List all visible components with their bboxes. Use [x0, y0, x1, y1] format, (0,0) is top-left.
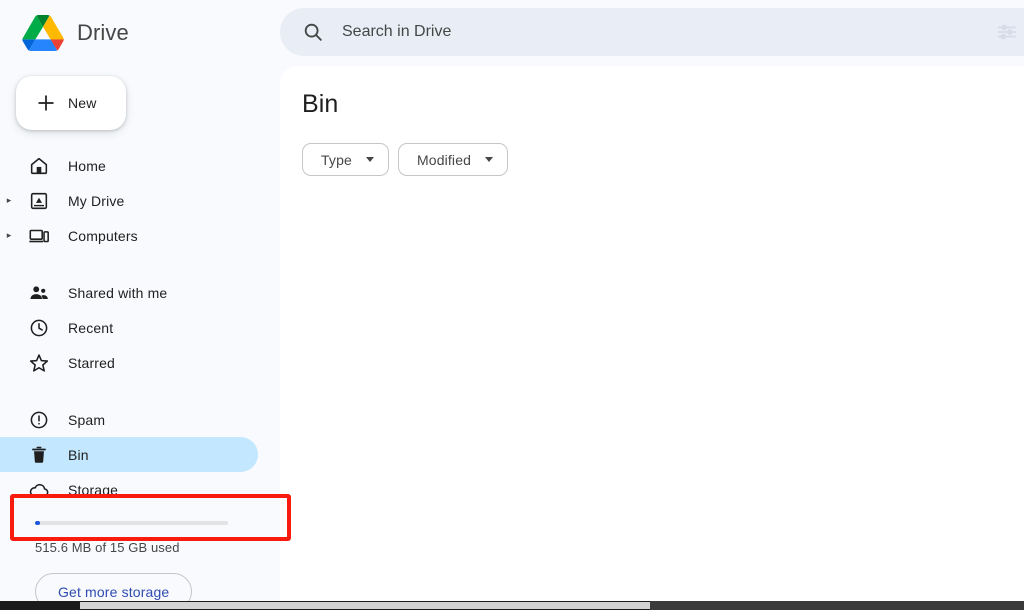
google-drive-logo-icon	[22, 14, 64, 52]
nav-divider-1	[0, 253, 280, 275]
caret-placeholder: ▸	[0, 323, 18, 332]
filter-chip-type[interactable]: Type	[302, 143, 389, 176]
scrollbar-thumb[interactable]	[80, 602, 650, 609]
chevron-down-icon	[485, 157, 494, 162]
scrollbar-track-segment	[650, 601, 1024, 610]
main-content: Bin Type Modified	[280, 66, 1024, 610]
star-icon	[29, 353, 49, 372]
caret-placeholder: ▸	[0, 358, 18, 367]
page-title: Bin	[302, 90, 339, 118]
sidebar: New ▸ Home ▸	[0, 66, 291, 610]
caret-placeholder: ▸	[0, 450, 18, 459]
sidebar-item-label: Bin	[68, 446, 89, 463]
sidebar-item-label: Recent	[68, 319, 114, 336]
storage-progress-fill	[35, 521, 40, 525]
sidebar-item-label: My Drive	[68, 192, 125, 209]
sidebar-item-label: Spam	[68, 411, 106, 428]
horizontal-scrollbar[interactable]	[0, 601, 1024, 610]
tune-icon[interactable]	[996, 21, 1018, 43]
expand-caret-icon[interactable]: ▸	[0, 196, 18, 205]
sidebar-item-bin[interactable]: ▸ Bin	[0, 437, 258, 472]
brand-name: Drive	[77, 20, 129, 45]
people-icon	[30, 285, 48, 299]
storage-usage-text: 515.6 MB of 15 GB used	[35, 540, 180, 555]
top-bar: Drive	[0, 0, 1024, 66]
sidebar-item-recent[interactable]: ▸ Recent	[0, 310, 258, 345]
filter-chip-modified[interactable]: Modified	[397, 143, 509, 176]
computers-icon	[29, 229, 49, 242]
storage-progress-bar	[35, 521, 228, 525]
sidebar-item-label: Home	[68, 157, 106, 174]
sidebar-item-label: Storage	[68, 481, 119, 498]
trash-icon	[32, 446, 46, 463]
filter-chips: Type Modified	[302, 143, 1024, 176]
sidebar-item-home[interactable]: ▸ Home	[0, 148, 258, 183]
new-button[interactable]: New	[16, 76, 126, 130]
sidebar-item-spam[interactable]: ▸ Spam	[0, 402, 258, 437]
storage-section: 515.6 MB of 15 GB used Get more storage	[0, 507, 280, 610]
clock-icon	[30, 319, 48, 336]
nav-group-secondary: ▸ Shared with me ▸ Recent	[0, 275, 280, 380]
sidebar-item-computers[interactable]: ▸ Computers	[0, 218, 258, 253]
filter-chip-label: Modified	[416, 151, 472, 168]
caret-placeholder: ▸	[0, 288, 18, 297]
nav-divider-2	[0, 380, 280, 402]
caret-placeholder: ▸	[0, 485, 18, 494]
expand-caret-icon[interactable]: ▸	[0, 231, 18, 240]
drive-app: Drive Search in Drive New Home ▸ My Driv…	[0, 0, 1024, 610]
sidebar-item-my-drive[interactable]: ▸ My Drive	[0, 183, 258, 218]
sidebar-item-shared-with-me[interactable]: ▸ Shared with me	[0, 275, 258, 310]
nav-group-tertiary: ▸ Spam ▸ Bin	[0, 402, 280, 507]
body: New ▸ Home ▸	[0, 66, 1024, 610]
home-icon	[30, 157, 48, 174]
chevron-down-icon	[365, 157, 374, 162]
sidebar-item-storage[interactable]: ▸ Storage	[0, 472, 258, 507]
caret-placeholder: ▸	[0, 415, 18, 424]
brand: Drive	[0, 0, 280, 66]
plus-icon	[38, 95, 54, 111]
cloud-icon	[29, 483, 49, 497]
caret-placeholder: ▸	[0, 161, 18, 170]
filter-chip-label: Type	[321, 151, 352, 168]
nav-group-primary: ▸ Home ▸ My Drive	[0, 148, 280, 253]
sidebar-item-label: Starred	[68, 354, 115, 371]
search-area	[280, 0, 1024, 56]
new-button-label: New	[68, 95, 97, 111]
sidebar-item-label: Shared with me	[68, 284, 168, 301]
search-icon[interactable]	[302, 21, 324, 43]
sidebar-item-label: Computers	[68, 227, 138, 244]
exclamation-circle-icon	[30, 411, 48, 428]
search-bar[interactable]	[280, 8, 1024, 56]
sidebar-item-starred[interactable]: ▸ Starred	[0, 345, 258, 380]
search-input[interactable]	[342, 23, 1024, 41]
my-drive-icon	[30, 192, 48, 209]
